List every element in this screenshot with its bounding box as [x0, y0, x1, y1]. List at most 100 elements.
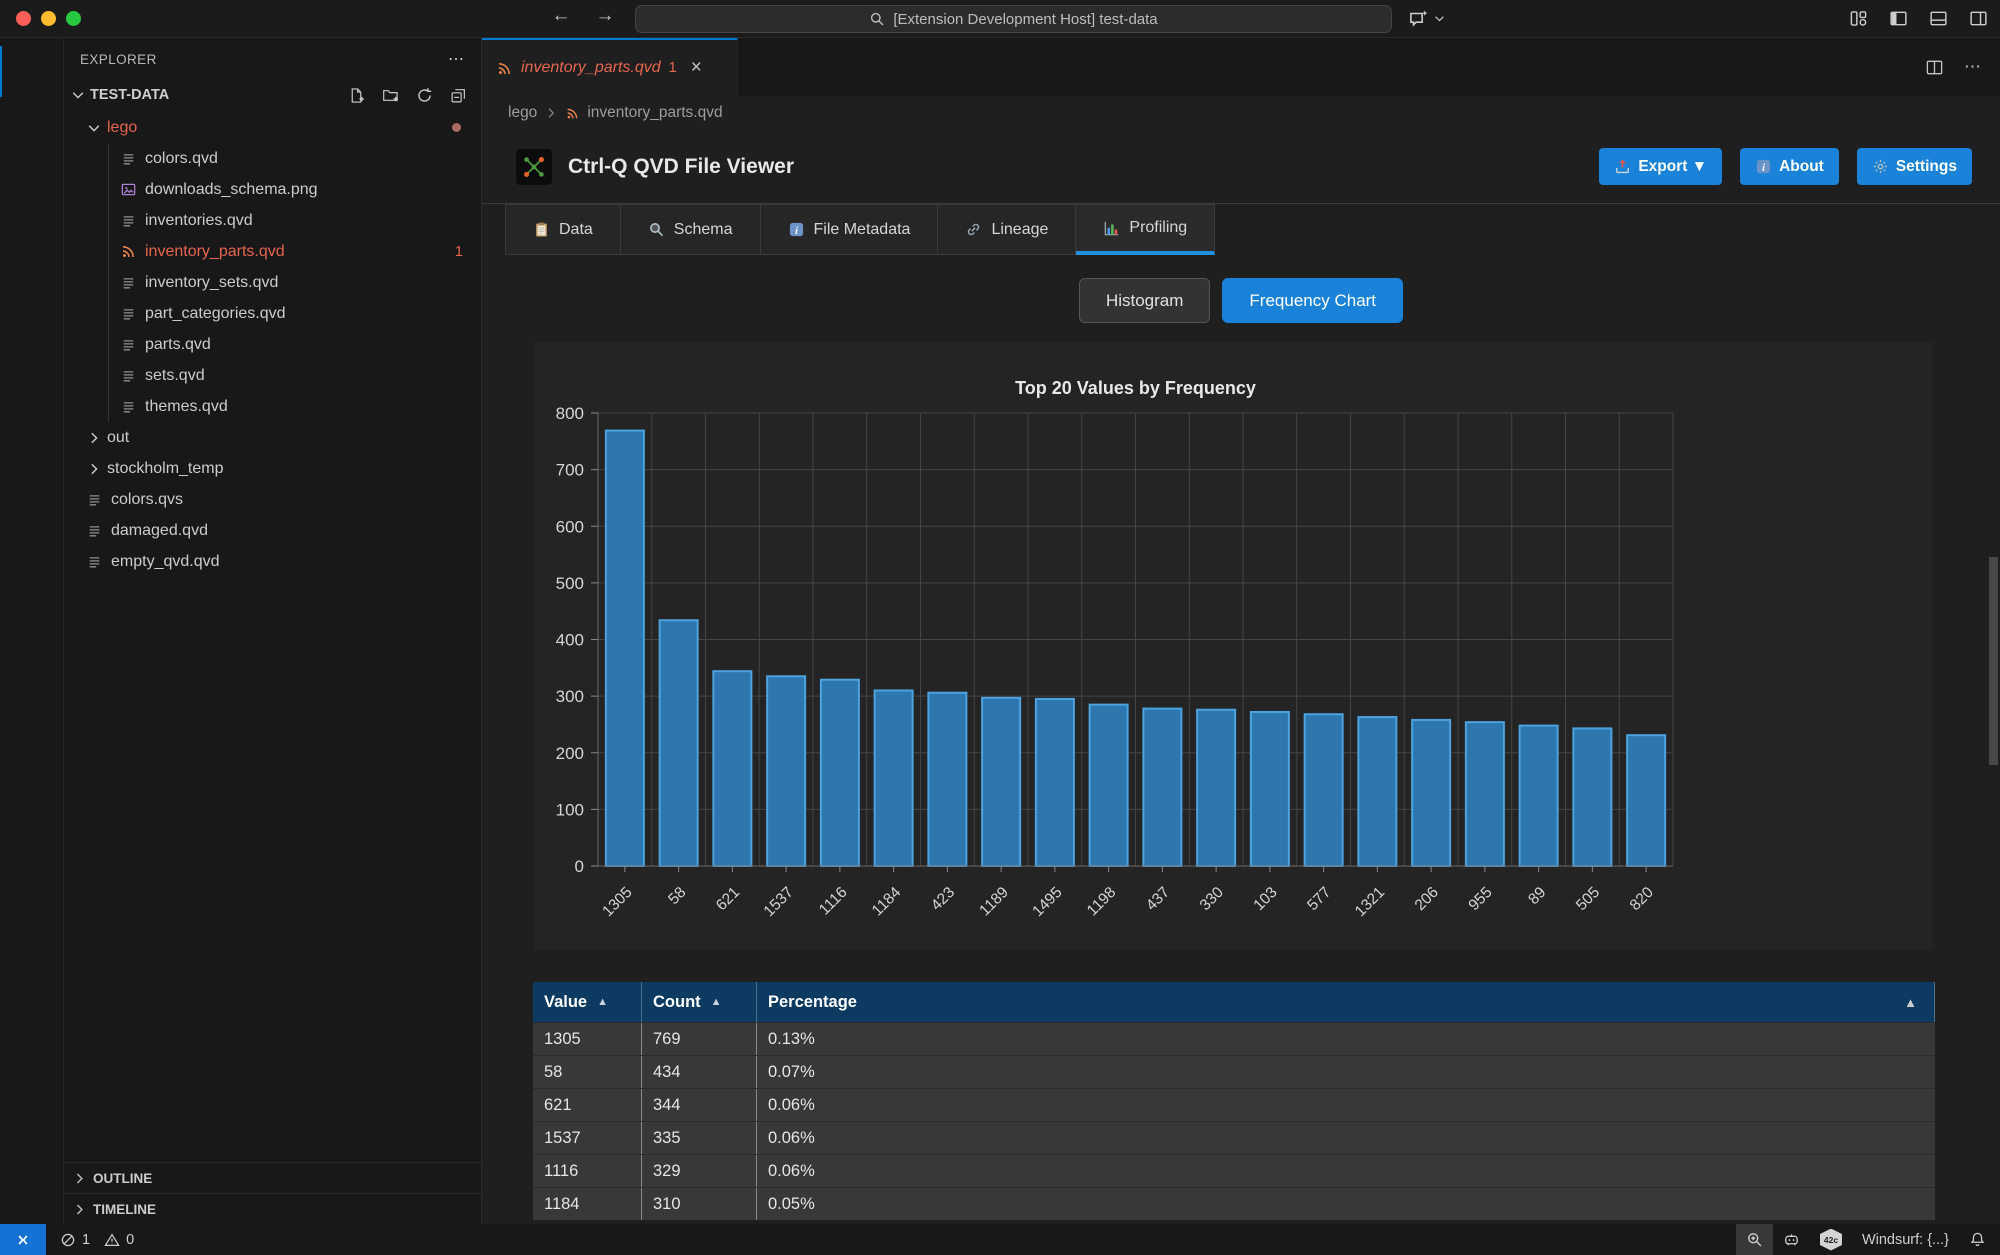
bar-89 [1520, 726, 1558, 866]
viewer-tab-file-metadata[interactable]: iFile Metadata [761, 204, 939, 255]
viewer-tab-strip: DataSchemaiFile MetadataLineageProfiling [482, 204, 2000, 255]
refresh-explorer-button[interactable] [416, 87, 433, 104]
explorer-sidebar: EXPLORER ⋯ TEST-DATA legocolors.qvddownl… [64, 38, 482, 1224]
column-header-value[interactable]: Value▲ [533, 982, 642, 1022]
table-cell: 434 [642, 1056, 757, 1088]
tree-item-sets-qvd[interactable]: sets.qvd [64, 360, 481, 391]
container-icon [17, 794, 46, 823]
collapse-folders-button[interactable] [450, 87, 467, 104]
activity-item-search[interactable] [0, 105, 64, 172]
viewer-tab-schema[interactable]: Schema [621, 204, 761, 255]
table-cell: 0.06% [757, 1089, 1935, 1121]
copilot-status-item[interactable] [1773, 1224, 1810, 1255]
tree-item-stockholm-temp[interactable]: stockholm_temp [64, 453, 481, 484]
tree-item-colors-qvd[interactable]: colors.qvd [64, 143, 481, 174]
tree-item-out[interactable]: out [64, 422, 481, 453]
zoom-status-item[interactable] [1736, 1224, 1773, 1255]
problems-status[interactable]: 1 0 [60, 1232, 142, 1248]
column-header-count[interactable]: Count▲ [642, 982, 757, 1022]
remote-icon [17, 258, 46, 287]
breadcrumb-file[interactable]: inventory_parts.qvd [587, 104, 722, 122]
activity-item-settings[interactable] [0, 1153, 64, 1220]
breadcrumb-folder[interactable]: lego [508, 104, 537, 122]
svg-text:800: 800 [556, 404, 584, 423]
tree-item-label: out [107, 429, 129, 447]
activity-item-remote-explorer[interactable] [0, 239, 64, 306]
tab-inventory-parts[interactable]: inventory_parts.qvd 1 × [482, 38, 738, 96]
activity-item-pause[interactable] [0, 708, 64, 775]
about-button[interactable]: i About [1740, 148, 1839, 185]
tree-item-empty-qvd-qvd[interactable]: empty_qvd.qvd [64, 546, 481, 577]
editor-area: inventory_parts.qvd 1 × ⋯ lego inventory… [482, 38, 2000, 1224]
clipboard-icon [533, 221, 550, 238]
chevron-down-icon [86, 120, 102, 136]
copilot-menu[interactable] [1408, 8, 1446, 29]
chart-panel: Top 20 Values by Frequency01002003004005… [533, 342, 1932, 950]
svg-text:200: 200 [556, 744, 584, 763]
tree-item-themes-qvd[interactable]: themes.qvd [64, 391, 481, 422]
close-window-button[interactable] [16, 11, 31, 26]
customize-layout-icon[interactable] [1849, 9, 1868, 28]
svg-text:820: 820 [1627, 884, 1658, 915]
activity-item-testing[interactable] [0, 373, 64, 440]
activity-item-explorer[interactable] [0, 38, 64, 105]
tree-item-lego[interactable]: lego [64, 112, 481, 143]
hex-badge-status-item[interactable]: 42c [1810, 1224, 1852, 1255]
tree-item-downloads-schema-png[interactable]: downloads_schema.png [64, 174, 481, 205]
app-window: ← → [Extension Development Host] test-da… [0, 0, 2000, 1255]
column-header-percentage[interactable]: Percentage [757, 982, 1935, 1022]
histogram-toggle-button[interactable]: Histogram [1079, 278, 1210, 323]
export-button[interactable]: Export ▼ [1599, 148, 1722, 185]
chevron-down-icon [1433, 12, 1446, 25]
new-folder-button[interactable] [382, 87, 399, 104]
viewer-tab-data[interactable]: Data [505, 204, 621, 255]
back-button[interactable]: ← [548, 5, 574, 27]
svg-text:1495: 1495 [1029, 884, 1065, 920]
sidebar-more-button[interactable]: ⋯ [448, 49, 465, 69]
editor-more-button[interactable]: ⋯ [1964, 57, 1982, 77]
split-editor-icon[interactable] [1925, 58, 1944, 77]
minimize-window-button[interactable] [41, 11, 56, 26]
command-center[interactable]: [Extension Development Host] test-data [635, 5, 1392, 33]
activity-item-windsurf[interactable] [0, 440, 64, 507]
frequency-chart-toggle-button[interactable]: Frequency Chart [1222, 278, 1403, 323]
activity-item-references[interactable] [0, 574, 64, 641]
tree-item-inventories-qvd[interactable]: inventories.qvd [64, 205, 481, 236]
activity-item-api[interactable] [0, 909, 64, 976]
tree-item-colors-qvs[interactable]: colors.qvs [64, 484, 481, 515]
toggle-secondary-sidebar-icon[interactable] [1969, 9, 1988, 28]
close-tab-button[interactable]: × [691, 57, 702, 79]
activity-item-containers[interactable] [0, 775, 64, 842]
settings-button[interactable]: Settings [1857, 148, 1972, 185]
new-file-button[interactable] [348, 87, 365, 104]
tree-item-damaged-qvd[interactable]: damaged.qvd [64, 515, 481, 546]
forward-button[interactable]: → [592, 5, 618, 27]
toggle-panel-icon[interactable] [1929, 9, 1948, 28]
activity-item-github[interactable] [0, 507, 64, 574]
timeline-section[interactable]: TIMELINE [64, 1193, 481, 1224]
outline-section[interactable]: OUTLINE [64, 1162, 481, 1193]
tree-item-inventory-sets-qvd[interactable]: inventory_sets.qvd [64, 267, 481, 298]
activity-item-run-debug[interactable] [0, 172, 64, 239]
bar-1321 [1358, 717, 1396, 866]
windsurf-status-item[interactable]: Windsurf: {...} [1852, 1224, 1959, 1255]
viewer-tab-lineage[interactable]: Lineage [938, 204, 1076, 255]
viewer-tab-profiling[interactable]: Profiling [1076, 204, 1215, 255]
tree-item-inventory-parts-qvd[interactable]: inventory_parts.qvd1 [64, 236, 481, 267]
activity-item-notebook-ai[interactable] [0, 842, 64, 909]
table-cell: 1116 [533, 1155, 642, 1187]
tree-item-parts-qvd[interactable]: parts.qvd [64, 329, 481, 360]
table-collapse-icon[interactable]: ▲ [1904, 995, 1917, 1010]
maximize-window-button[interactable] [66, 11, 81, 26]
toggle-sidebar-icon[interactable] [1889, 9, 1908, 28]
activity-item-extensions[interactable] [0, 641, 64, 708]
editor-scrollbar[interactable] [1989, 557, 1998, 765]
activity-item-chat[interactable] [0, 306, 64, 373]
notifications-status-item[interactable] [1959, 1224, 2000, 1255]
activity-item-accounts[interactable] [0, 1086, 64, 1153]
tree-item-part-categories-qvd[interactable]: part_categories.qvd [64, 298, 481, 329]
remote-indicator[interactable] [0, 1224, 46, 1255]
list-file-icon [86, 522, 103, 539]
chevron-right-icon [544, 106, 558, 120]
workspace-section[interactable]: TEST-DATA [64, 80, 481, 110]
